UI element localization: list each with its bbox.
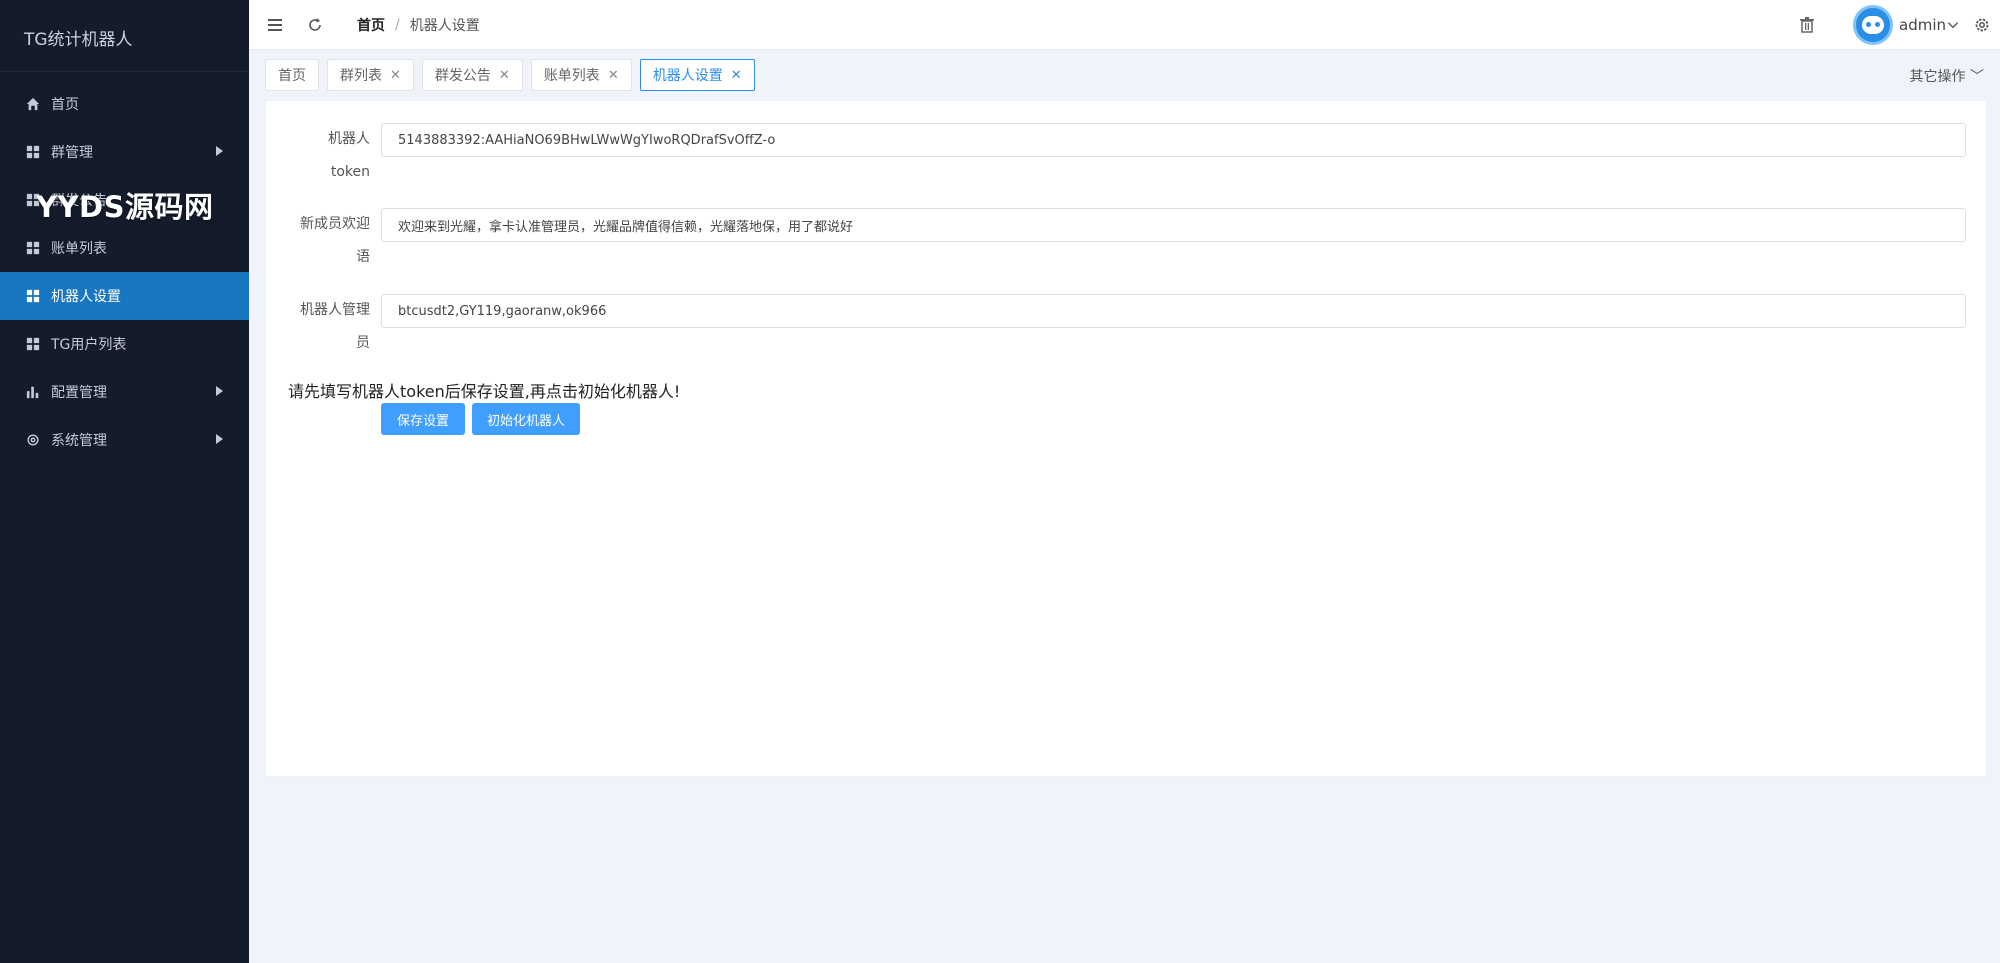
instruction-notice: 请先填写机器人token后保存设置,再点击初始化机器人!	[288, 382, 681, 401]
avatar-face-icon	[1862, 16, 1884, 34]
grid-icon	[25, 336, 41, 352]
token-input[interactable]	[381, 123, 1966, 157]
chevron-down-icon[interactable]	[1946, 13, 1960, 37]
settings-gear-icon[interactable]	[1970, 13, 1994, 37]
sidebar-item-label: 群管理	[51, 145, 93, 161]
tab-label: 群列表	[340, 68, 382, 84]
grid-icon	[25, 240, 41, 256]
tab-label: 首页	[278, 68, 306, 84]
header-right: admin	[1795, 0, 2000, 50]
bot-admins-input[interactable]	[381, 294, 1966, 328]
close-icon[interactable]: ✕	[608, 68, 619, 83]
sidebar-item-tg-users[interactable]: TG用户列表	[0, 320, 249, 368]
username[interactable]: admin	[1899, 16, 1946, 34]
init-bot-button[interactable]: 初始化机器人	[472, 403, 580, 435]
sidebar-item-group-management[interactable]: 群管理	[0, 128, 249, 176]
grid-icon	[25, 144, 41, 160]
token-label: 机器人 token	[266, 123, 370, 203]
tab-bill-list[interactable]: 账单列表 ✕	[530, 59, 632, 91]
label-line: token	[330, 164, 370, 180]
top-header: 首页 / 机器人设置 admin	[249, 0, 2000, 50]
tab-label: 机器人设置	[652, 68, 723, 84]
label-line: 新成员欢迎	[300, 216, 370, 232]
grid-icon	[25, 288, 41, 304]
sidebar-item-label: 账单列表	[51, 241, 107, 257]
sidebar-item-label: 首页	[51, 97, 79, 113]
label-line: 语	[356, 249, 370, 265]
breadcrumb: 首页 / 机器人设置	[357, 15, 480, 35]
sidebar-item-home[interactable]: 首页	[0, 80, 249, 128]
breadcrumb-home[interactable]: 首页	[357, 15, 385, 35]
tab-home[interactable]: 首页	[265, 59, 319, 91]
sidebar-item-label: TG用户列表	[51, 337, 127, 353]
close-icon[interactable]: ✕	[731, 68, 742, 83]
breadcrumb-separator: /	[395, 16, 400, 33]
label-line: 员	[356, 335, 370, 351]
welcome-message-input[interactable]	[381, 208, 1966, 242]
tab-label: 账单列表	[543, 68, 600, 84]
avatar[interactable]	[1853, 5, 1893, 45]
save-settings-button[interactable]: 保存设置	[381, 403, 465, 435]
sidebar-item-bill-list[interactable]: 账单列表	[0, 224, 249, 272]
tabs-bar: 首页 群列表 ✕ 群发公告 ✕ 账单列表 ✕ 机器人设置 ✕ 其它操作 ﹀	[249, 50, 2000, 100]
welcome-label: 新成员欢迎 语	[266, 208, 370, 288]
close-icon[interactable]: ✕	[499, 68, 510, 83]
tab-bot-settings[interactable]: 机器人设置 ✕	[639, 59, 755, 91]
sidebar-item-system[interactable]: 系统管理	[0, 416, 249, 464]
tab-group-list[interactable]: 群列表 ✕	[327, 59, 414, 91]
sidebar-item-label: 系统管理	[51, 433, 107, 449]
sidebar-item-config[interactable]: 配置管理	[0, 368, 249, 416]
label-line: 机器人管理	[300, 302, 370, 318]
tab-broadcast[interactable]: 群发公告 ✕	[421, 59, 523, 91]
grid-icon	[25, 192, 41, 208]
home-icon	[25, 96, 41, 112]
tab-label: 群发公告	[434, 68, 491, 84]
bot-settings-panel: 机器人 token 新成员欢迎 语 机器人管理 员 请先填写机器人token后保…	[265, 100, 1987, 777]
breadcrumb-current: 机器人设置	[409, 17, 480, 34]
sidebar-item-label: 机器人设置	[51, 289, 121, 305]
gear-icon	[25, 432, 41, 448]
app-title: TG统计机器人	[0, 0, 249, 72]
caret-right-icon	[216, 434, 223, 444]
sidebar-item-broadcast[interactable]: 群发公告	[0, 176, 249, 224]
sidebar-item-label: 群发公告	[51, 193, 107, 209]
other-operations-dropdown[interactable]: 其它操作 ﹀	[1910, 66, 1984, 86]
refresh-icon[interactable]	[303, 13, 327, 37]
bar-chart-icon	[25, 384, 41, 400]
sidebar-item-label: 配置管理	[51, 385, 107, 401]
sidebar: TG统计机器人 首页 群管理 群发公告 账单列表 机器人设置 TG用户列表 配置…	[0, 0, 249, 963]
trash-icon[interactable]	[1795, 13, 1819, 37]
caret-right-icon	[216, 146, 223, 156]
label-line: 机器人	[328, 131, 370, 147]
caret-right-icon	[216, 386, 223, 396]
menu-toggle-icon[interactable]	[263, 13, 287, 37]
sidebar-item-bot-settings[interactable]: 机器人设置	[0, 272, 249, 320]
admins-label: 机器人管理 员	[266, 294, 370, 374]
close-icon[interactable]: ✕	[390, 68, 401, 83]
